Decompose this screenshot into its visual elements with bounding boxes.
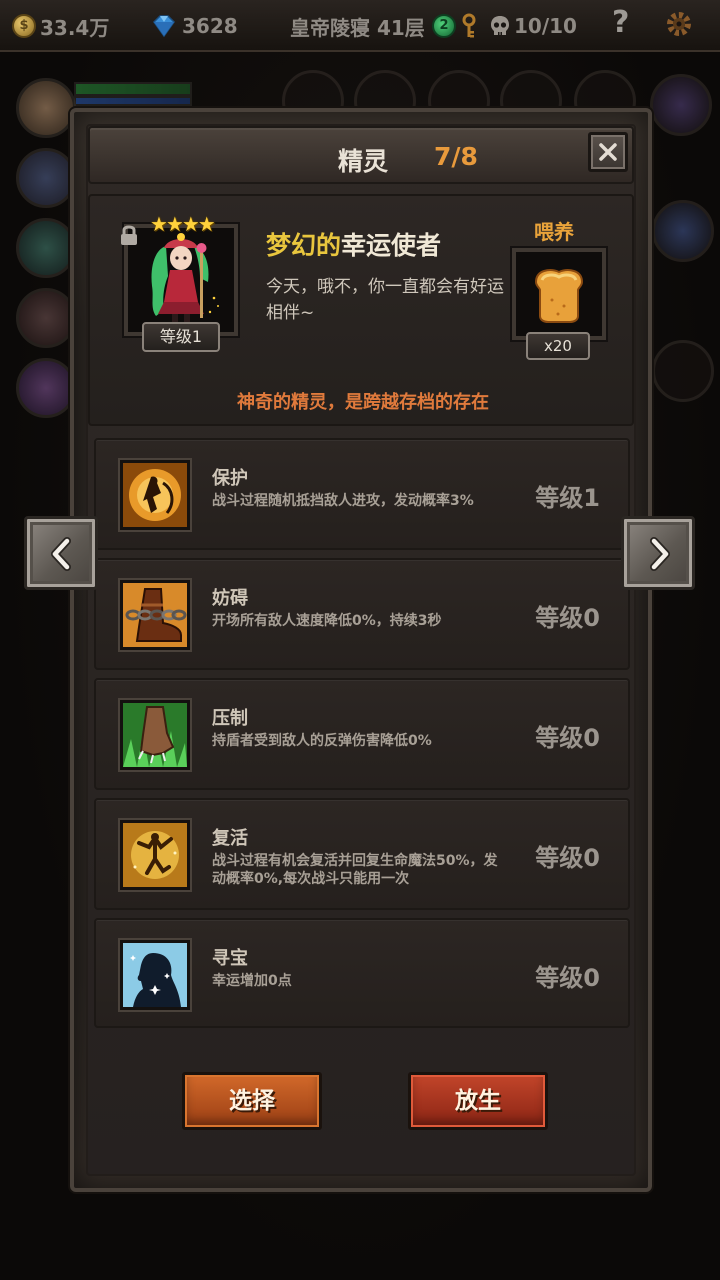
- skill-name: 压制: [212, 708, 248, 729]
- spirit-tagline: 神奇的精灵，是跨越存档的存在: [237, 392, 489, 413]
- star-rating: ★★★★: [150, 212, 216, 236]
- skill-description: 开场所有敌人速度降低0%，持续3秒: [212, 613, 442, 629]
- game-screen: $ 33.4万 3628 皇帝陵寝 41层 2 10/10 ? 精灵 7/8 ★…: [0, 0, 720, 1280]
- spirit-level-badge: 等级1: [142, 322, 220, 352]
- skill-name: 妨碍: [212, 588, 248, 609]
- spirit-name-text: 幸运使者: [341, 231, 442, 260]
- skill-name: 寻宝: [212, 948, 248, 969]
- skill-description: 持盾者受到敌人的反弹伤害降低0%: [212, 733, 432, 749]
- question-icon: ?: [612, 4, 630, 40]
- spirit-info-section: ★★★★ 等级1 梦幻的幸运使者 今天，哦不，你一直都会有好运相伴~ 喂养 x2…: [88, 194, 634, 426]
- beast-claw-icon: [120, 700, 190, 770]
- gear-icon: [667, 12, 691, 36]
- spirit-name: 梦幻的幸运使者: [266, 226, 441, 262]
- gem-display: 3628: [150, 12, 238, 40]
- skill-row-hinder[interactable]: 妨碍 开场所有敌人速度降低0%，持续3秒 等级0: [94, 558, 630, 670]
- background-slot: [652, 340, 714, 402]
- background-hero-portrait: [16, 78, 76, 138]
- background-hero-portrait: [16, 288, 76, 348]
- previous-spirit-button[interactable]: [24, 516, 98, 590]
- chained-boot-icon: [120, 580, 190, 650]
- revive-dancer-icon: [120, 820, 190, 890]
- feed-label: 喂养: [534, 220, 574, 244]
- skill-level: 等级0: [535, 844, 600, 872]
- shield-dancer-icon: [120, 460, 190, 530]
- dialog-title: 精灵: [338, 147, 389, 176]
- close-icon: [599, 143, 617, 161]
- background-hero-portrait: [16, 358, 76, 418]
- chevron-left-icon: [51, 537, 71, 571]
- spirit-dialog: 精灵 7/8 ★★★★ 等级1 梦幻的幸运使者 今天，哦不，你一直都会有好运相伴…: [70, 108, 652, 1192]
- background-hero-portrait: [16, 218, 76, 278]
- skill-level: 等级1: [535, 484, 600, 512]
- lock-icon: [121, 225, 137, 245]
- skill-level: 等级0: [535, 964, 600, 992]
- chevron-right-icon: [650, 537, 670, 571]
- background-health-bar: [74, 82, 192, 96]
- treasure-silhouette-icon: [120, 940, 190, 1010]
- spirit-quality-prefix: 梦幻的: [266, 231, 342, 260]
- background-slot: [650, 74, 712, 136]
- spirit-count: 7/8: [434, 142, 478, 171]
- next-spirit-button[interactable]: [621, 516, 695, 590]
- background-mana-bar: [74, 96, 192, 106]
- skill-row-suppress[interactable]: 压制 持盾者受到敌人的反弹伤害降低0% 等级0: [94, 678, 630, 790]
- gem-amount: 3628: [182, 14, 238, 38]
- gold-display: $ 33.4万: [12, 12, 109, 40]
- skill-description: 战斗过程随机抵挡敌人进攻，发动概率3%: [212, 493, 474, 509]
- skill-level: 等级0: [535, 724, 600, 752]
- skull-icon: [491, 16, 509, 35]
- skull-display: 10/10: [488, 12, 577, 40]
- skill-name: 复活: [212, 828, 248, 849]
- spirit-portrait[interactable]: [124, 224, 238, 336]
- feed-count-badge: x20: [526, 332, 590, 360]
- select-button[interactable]: 选择: [182, 1072, 322, 1130]
- green-orb-icon: 2: [432, 14, 456, 38]
- gold-amount: 33.4万: [40, 15, 110, 40]
- close-button[interactable]: [588, 132, 628, 172]
- skill-row-protect[interactable]: 保护 战斗过程随机抵挡敌人进攻，发动概率3% 等级1: [94, 438, 630, 550]
- release-button[interactable]: 放生: [408, 1072, 548, 1130]
- coin-icon: $: [12, 14, 36, 38]
- spirit-character-image: [128, 228, 234, 332]
- bread-icon: [516, 252, 602, 336]
- skill-name: 保护: [212, 468, 248, 489]
- skill-level: 等级0: [535, 604, 600, 632]
- help-button[interactable]: ?: [612, 5, 629, 40]
- skill-description: 幸运增加0点: [212, 973, 292, 989]
- spirit-description: 今天，哦不，你一直都会有好运相伴~: [266, 277, 504, 323]
- skill-row-treasure[interactable]: 寻宝 幸运增加0点 等级0: [94, 918, 630, 1028]
- key-icon: [462, 13, 476, 38]
- floor-label: 皇帝陵寝 41层: [290, 12, 425, 40]
- diamond-icon: [153, 15, 175, 38]
- skill-description: 战斗过程有机会复活并回复生命魔法50%，发动概率0%,每次战斗只能用一次: [212, 853, 498, 887]
- skull-count: 10/10: [514, 14, 577, 38]
- floor-text: 皇帝陵寝 41层: [290, 15, 425, 40]
- settings-button[interactable]: [664, 10, 694, 38]
- feed-button[interactable]: [512, 248, 606, 340]
- skill-row-revive[interactable]: 复活 战斗过程有机会复活并回复生命魔法50%，发动概率0%,每次战斗只能用一次 …: [94, 798, 630, 910]
- top-status-bar: $ 33.4万 3628 皇帝陵寝 41层 2 10/10 ?: [0, 0, 720, 52]
- key-display: 2: [432, 12, 478, 40]
- dialog-title-bar: 精灵 7/8: [88, 126, 634, 184]
- background-slot: [652, 200, 714, 262]
- background-hero-portrait: [16, 148, 76, 208]
